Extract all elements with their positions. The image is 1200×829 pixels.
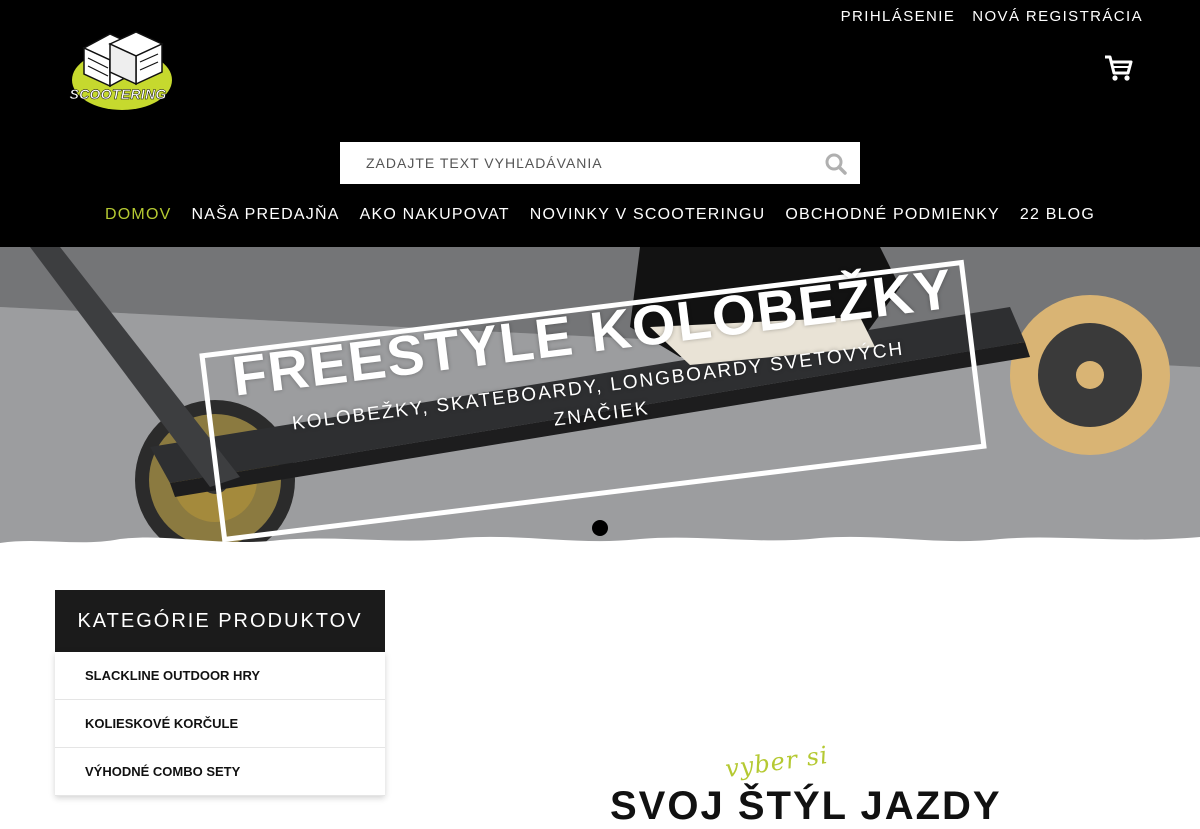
categories-list: SLACKLINE OUTDOOR HRY KOLIESKOVÉ KORČULE…	[55, 652, 385, 796]
main-nav: DOMOV NAŠA PREDAJŇA AKO NAKUPOVAT NOVINK…	[0, 206, 1200, 224]
nav-item-novinky[interactable]: NOVINKY V SCOOTERINGU	[530, 206, 766, 224]
section-script-heading: vyber si	[723, 740, 831, 784]
login-link[interactable]: PRIHLÁSENIE	[841, 8, 956, 25]
search-icon[interactable]	[824, 152, 848, 176]
category-item-combo-sety[interactable]: VÝHODNÉ COMBO SETY	[55, 748, 385, 796]
logo-text: SCOOTERING	[69, 86, 167, 103]
nav-item-blog[interactable]: 22 BLOG	[1020, 206, 1095, 224]
nav-item-domov[interactable]: DOMOV	[105, 206, 171, 224]
register-link[interactable]: NOVÁ REGISTRÁCIA	[972, 8, 1143, 25]
search-input[interactable]	[340, 142, 810, 184]
category-item-korcule[interactable]: KOLIESKOVÉ KORČULE	[55, 700, 385, 748]
site-logo[interactable]: SCOOTERING	[58, 26, 176, 114]
account-links: PRIHLÁSENIE NOVÁ REGISTRÁCIA	[841, 8, 1143, 25]
categories-title: KATEGÓRIE PRODUKTOV	[55, 590, 385, 652]
nav-item-nasa-predajna[interactable]: NAŠA PREDAJŇA	[191, 206, 339, 224]
search-box	[340, 142, 860, 184]
category-item-slackline[interactable]: SLACKLINE OUTDOOR HRY	[55, 652, 385, 700]
slider-dot[interactable]	[592, 520, 608, 536]
cart-icon[interactable]	[1102, 52, 1134, 84]
nav-item-ako-nakupovat[interactable]: AKO NAKUPOVAT	[360, 206, 510, 224]
nav-item-obchodne-podmienky[interactable]: OBCHODNÉ PODMIENKY	[785, 206, 1000, 224]
site-header: PRIHLÁSENIE NOVÁ REGISTRÁCIA SCOOTERING	[0, 0, 1200, 247]
section-title: SVOJ ŠTÝL JAZDY	[610, 784, 1002, 828]
